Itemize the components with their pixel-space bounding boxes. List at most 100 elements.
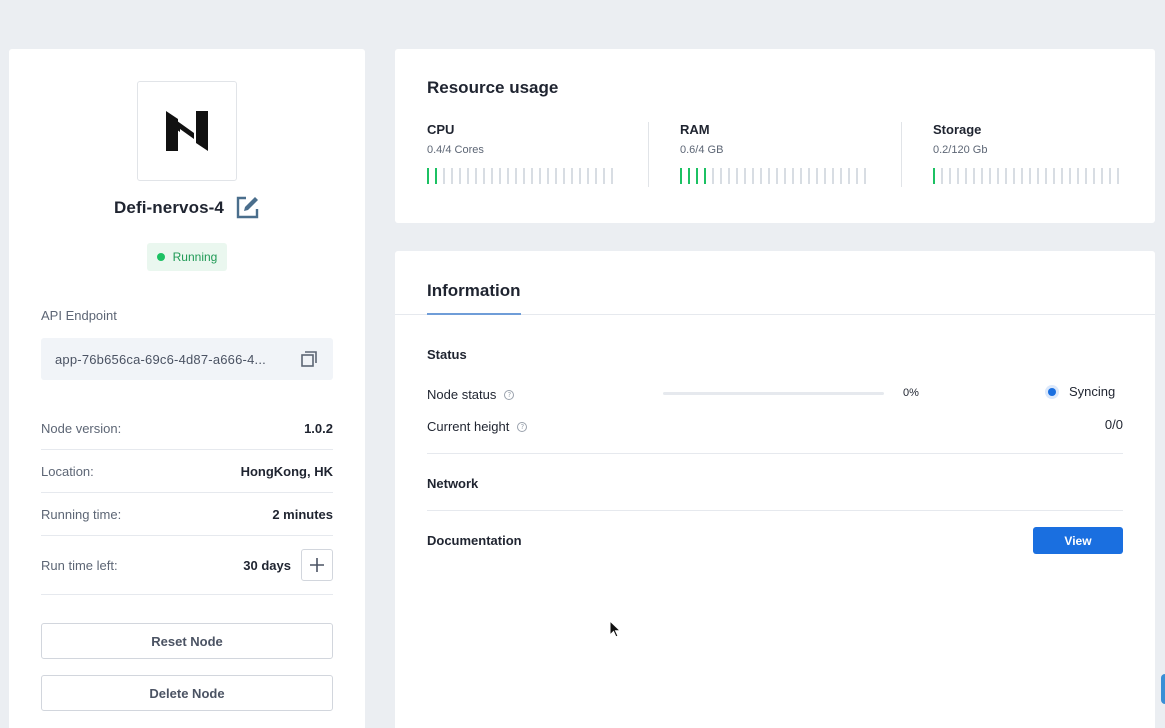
- usage-tick: [531, 168, 533, 184]
- node-version-value: 1.0.2: [304, 420, 333, 436]
- ram-value: 0.6/4 GB: [680, 144, 724, 156]
- usage-tick: [547, 168, 549, 184]
- usage-tick: [696, 168, 698, 184]
- usage-tick: [728, 168, 730, 184]
- tab-information[interactable]: Information: [427, 281, 521, 315]
- usage-tick: [483, 168, 485, 184]
- usage-tick: [491, 168, 493, 184]
- extend-time-button[interactable]: [301, 549, 333, 581]
- side-widget-edge[interactable]: [1161, 674, 1165, 704]
- usage-tick: [515, 168, 517, 184]
- usage-tick: [499, 168, 501, 184]
- resource-divider: [901, 122, 902, 187]
- usage-tick: [808, 168, 810, 184]
- view-documentation-button[interactable]: View: [1033, 527, 1123, 554]
- location-label: Location:: [41, 463, 94, 479]
- usage-tick: [475, 168, 477, 184]
- usage-tick: [688, 168, 690, 184]
- usage-tick: [1021, 168, 1023, 184]
- usage-tick: [563, 168, 565, 184]
- node-version-label: Node version:: [41, 420, 122, 436]
- sync-progress-bar: [663, 392, 884, 395]
- status-badge-label: Running: [172, 250, 218, 264]
- usage-tick: [1045, 168, 1047, 184]
- usage-tick: [1029, 168, 1031, 184]
- usage-tick: [451, 168, 453, 184]
- usage-tick: [941, 168, 943, 184]
- node-status-label: Node status: [427, 387, 497, 402]
- status-badge: Running: [147, 243, 227, 271]
- usage-tick: [736, 168, 738, 184]
- usage-tick: [784, 168, 786, 184]
- mouse-cursor-icon: [609, 620, 621, 638]
- usage-tick: [840, 168, 842, 184]
- running-time-label: Running time:: [41, 506, 122, 522]
- network-heading: Network: [427, 476, 479, 491]
- cpu-value: 0.4/4 Cores: [427, 144, 484, 156]
- delete-node-button[interactable]: Delete Node: [41, 675, 333, 711]
- ram-usage: RAM 0.6/4 GB: [680, 122, 870, 184]
- usage-tick: [933, 168, 935, 184]
- usage-tick: [1117, 168, 1119, 184]
- usage-tick: [989, 168, 991, 184]
- api-endpoint-label: API Endpoint: [41, 308, 117, 323]
- copy-endpoint-button[interactable]: [299, 349, 319, 369]
- usage-tick: [816, 168, 818, 184]
- node-logo: [137, 81, 237, 181]
- usage-tick: [792, 168, 794, 184]
- usage-tick: [768, 168, 770, 184]
- storage-label: Storage: [933, 122, 982, 137]
- help-icon[interactable]: ?: [504, 389, 515, 400]
- reset-node-button[interactable]: Reset Node: [41, 623, 333, 659]
- usage-tick: [443, 168, 445, 184]
- storage-usage-bar: [933, 168, 1123, 184]
- usage-tick: [981, 168, 983, 184]
- api-endpoint-value[interactable]: app-76b656ca-69c6-4d87-a666-4...: [55, 352, 299, 367]
- usage-tick: [949, 168, 951, 184]
- cpu-usage-bar: [427, 168, 617, 184]
- usage-tick: [824, 168, 826, 184]
- usage-tick: [1109, 168, 1111, 184]
- usage-tick: [965, 168, 967, 184]
- usage-tick: [427, 168, 429, 184]
- usage-tick: [587, 168, 589, 184]
- running-time-value: 2 minutes: [272, 506, 333, 522]
- node-title-row: Defi-nervos-4: [9, 195, 365, 221]
- sync-status: Syncing: [1048, 384, 1115, 399]
- usage-tick: [459, 168, 461, 184]
- usage-tick: [1005, 168, 1007, 184]
- usage-tick: [579, 168, 581, 184]
- location-value: HongKong, HK: [240, 463, 333, 479]
- usage-tick: [1085, 168, 1087, 184]
- cpu-label: CPU: [427, 122, 455, 137]
- documentation-heading: Documentation: [427, 533, 522, 548]
- tab-bar: Information: [395, 251, 1155, 315]
- current-height-row: Current height ?: [427, 419, 528, 434]
- usage-tick: [571, 168, 573, 184]
- usage-tick: [1037, 168, 1039, 184]
- usage-tick: [720, 168, 722, 184]
- ram-usage-bar: [680, 168, 870, 184]
- storage-usage: Storage 0.2/120 Gb: [933, 122, 1123, 184]
- usage-tick: [848, 168, 850, 184]
- usage-tick: [539, 168, 541, 184]
- plus-icon: [310, 558, 324, 572]
- usage-tick: [957, 168, 959, 184]
- help-icon[interactable]: ?: [517, 421, 528, 432]
- usage-tick: [1093, 168, 1095, 184]
- usage-tick: [712, 168, 714, 184]
- location-row: Location: HongKong, HK: [41, 450, 333, 493]
- status-heading: Status: [427, 347, 467, 362]
- syncing-dot-icon: [1048, 387, 1056, 396]
- usage-tick: [752, 168, 754, 184]
- usage-tick: [760, 168, 762, 184]
- usage-tick: [704, 168, 706, 184]
- usage-tick: [973, 168, 975, 184]
- node-name: Defi-nervos-4: [114, 198, 224, 217]
- edit-icon: [236, 196, 259, 219]
- current-height-value: 0/0: [1104, 417, 1123, 432]
- usage-tick: [603, 168, 605, 184]
- usage-tick: [800, 168, 802, 184]
- edit-name-button[interactable]: [234, 195, 260, 221]
- cpu-usage: CPU 0.4/4 Cores: [427, 122, 617, 184]
